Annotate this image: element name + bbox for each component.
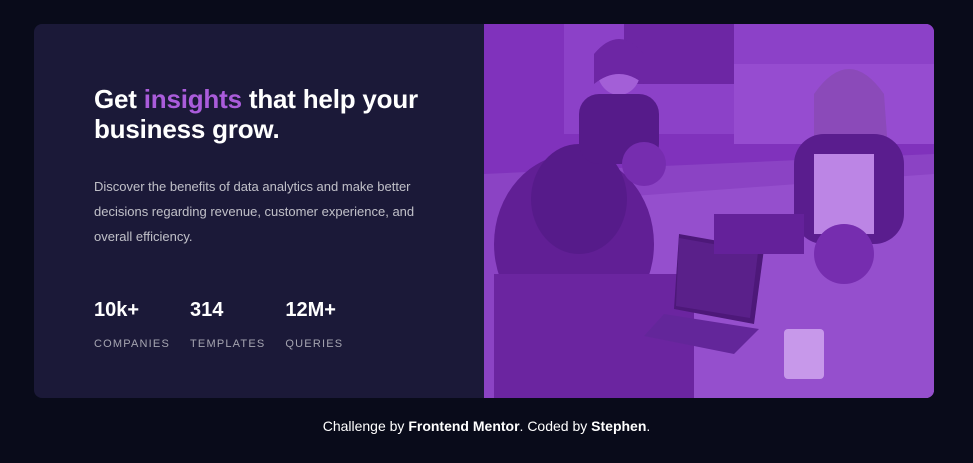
stat-label: COMPANIES — [94, 338, 170, 350]
headline: Get insights that help your business gro… — [94, 84, 424, 144]
stat-companies: 10k+ COMPANIES — [94, 298, 170, 350]
office-photo — [484, 24, 934, 398]
description: Discover the benefits of data analytics … — [94, 179, 415, 244]
stat-label: QUERIES — [285, 338, 344, 350]
stat-label: TEMPLATES — [190, 338, 266, 350]
attribution-prefix: Challenge by — [322, 418, 409, 434]
stats-list: 10k+ COMPANIES 314 TEMPLATES 12M+ QUERIE… — [94, 298, 363, 350]
stat-templates: 314 TEMPLATES — [190, 298, 265, 350]
stats-preview-card: Get insights that help your business gro… — [34, 24, 934, 398]
card-content: Get insights that help your business gro… — [34, 24, 484, 398]
stat-value: 12M+ — [285, 299, 336, 321]
attribution: Challenge by Frontend Mentor. Coded by S… — [0, 418, 973, 434]
headline-text-before: Get — [94, 84, 144, 114]
frontend-mentor-link[interactable]: Frontend Mentor — [408, 418, 519, 434]
author-link[interactable]: Stephen — [591, 418, 646, 434]
attribution-suffix: . — [646, 418, 651, 434]
stat-queries: 12M+ QUERIES — [285, 298, 343, 350]
stat-value: 10k+ — [94, 299, 140, 321]
headline-accent: insights — [143, 84, 242, 114]
stat-value: 314 — [190, 299, 224, 321]
attribution-middle: . Coded by — [519, 418, 592, 434]
office-photo-illustration — [484, 24, 934, 398]
